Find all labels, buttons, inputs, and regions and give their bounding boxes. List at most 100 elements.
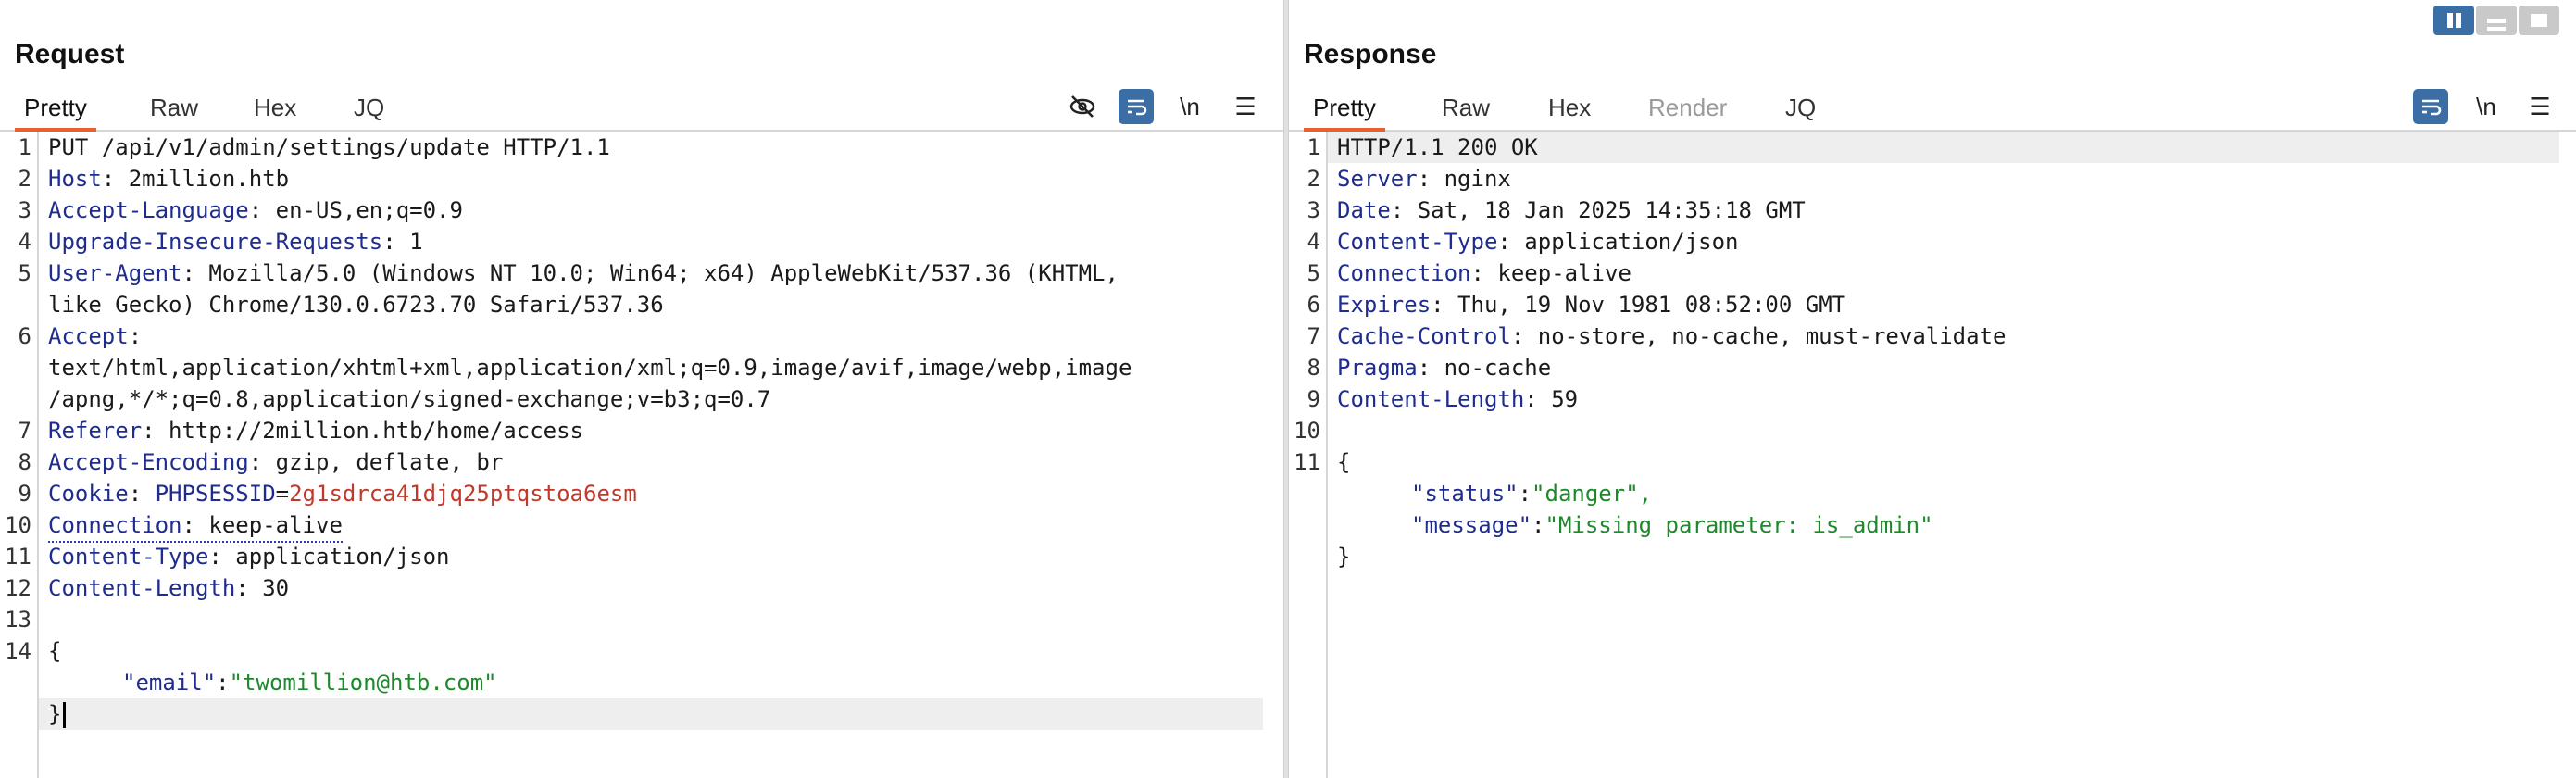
code-line: 9 Content-Length: 59 (1289, 383, 2576, 415)
header-key: Referer (48, 418, 143, 444)
json-colon: : (216, 670, 230, 696)
json-close-brace: } (1337, 544, 1351, 570)
line-number: 7 (1307, 323, 1320, 349)
line-number: 8 (18, 449, 31, 475)
response-tab-jq[interactable]: JQ (1776, 91, 1825, 128)
code-line: 8 Pragma: no-cache (1289, 352, 2576, 383)
code-line: 1 PUT /api/v1/admin/settings/update HTTP/… (0, 132, 1283, 163)
response-tabbar: Pretty Raw Hex Render JQ (1289, 85, 2576, 132)
response-tab-raw[interactable]: Raw (1432, 91, 1499, 128)
code-line-wrap: like Gecko) Chrome/130.0.6723.70 Safari/… (0, 289, 1283, 320)
code-line-wrap: /apng,*/*;q=0.8,application/signed-excha… (0, 383, 1283, 415)
code-line-wrap: text/html,application/xhtml+xml,applicat… (0, 352, 1283, 383)
code-line: 11 Content-Type: application/json (0, 541, 1283, 572)
header-key: Pragma (1337, 355, 1418, 381)
show-newlines-button[interactable]: \n (1172, 89, 1207, 124)
header-value: keep-alive (1483, 260, 1632, 286)
header-value: no-store, no-cache, must-revalidate (1524, 323, 2007, 349)
header-value: no-cache (1431, 355, 1552, 381)
header-key: Host (48, 166, 102, 192)
code-line: 9 Cookie: PHPSESSID=2g1sdrca41djq25ptqsto… (0, 478, 1283, 509)
json-key: "email" (122, 670, 217, 696)
code-line-wrap: "email":"twomillion@htb.com" (0, 667, 1283, 698)
line-number: 9 (18, 481, 31, 507)
header-value: 30 (248, 575, 290, 601)
eye-slash-icon (1069, 95, 1095, 118)
header-value: Thu, 19 Nov 1981 08:52:00 GMT (1444, 292, 1846, 318)
code-line: 7 Referer: http://2million.htb/home/acces… (0, 415, 1283, 446)
code-line-wrap: "message":"Missing parameter: is_admin" (1289, 509, 2576, 541)
header-value: 2million.htb (115, 166, 290, 192)
hide-nonprintable-button[interactable] (1065, 89, 1100, 124)
code-line: 7 Cache-Control: no-store, no-cache, must… (1289, 320, 2576, 352)
json-colon: : (1532, 512, 1545, 538)
header-key: Content-Length (1337, 386, 1525, 412)
json-string-value: "danger", (1532, 481, 1653, 507)
response-pane: Response Pretty Raw Hex Render JQ \n ☰ H… (1289, 0, 2576, 778)
code-line: 2 Server: nginx (1289, 163, 2576, 194)
line-number: 1 (1307, 134, 1320, 160)
line-number: 4 (1307, 229, 1320, 255)
code-line: 11 { (1289, 446, 2576, 478)
code-line: 3 Accept-Language: en-US,en;q=0.9 (0, 194, 1283, 226)
line-number: 12 (5, 575, 31, 601)
request-tab-jq[interactable]: JQ (344, 91, 394, 128)
header-value: nginx (1431, 166, 1511, 192)
header-value: en-US,en;q=0.9 (262, 197, 463, 223)
header-value-continued: text/html,application/xhtml+xml,applicat… (48, 355, 1132, 381)
header-key: Cache-Control (1337, 323, 1511, 349)
code-line: 13 (0, 604, 1283, 635)
request-title: Request (15, 39, 125, 69)
header-value: 1 (395, 229, 423, 255)
code-line: 4 Content-Type: application/json (1289, 226, 2576, 257)
header-key: Cookie (48, 481, 129, 507)
header-key: Upgrade-Insecure-Requests (48, 229, 383, 255)
line-number: 9 (1307, 386, 1320, 412)
line-number: 6 (18, 323, 31, 349)
line-number: 3 (1307, 197, 1320, 223)
response-tab-pretty[interactable]: Pretty (1304, 91, 1385, 132)
header-key: Date (1337, 197, 1391, 223)
header-key: Accept-Language (48, 197, 249, 223)
header-key: Server (1337, 166, 1418, 192)
request-editor[interactable]: 1 PUT /api/v1/admin/settings/update HTTP/… (0, 132, 1283, 778)
show-newlines-button[interactable]: \n (2469, 89, 2504, 124)
header-value: application/json (1510, 229, 1739, 255)
line-number: 6 (1307, 292, 1320, 318)
header-value: 59 (1537, 386, 1579, 412)
header-value-continued: /apng,*/*;q=0.8,application/signed-excha… (48, 386, 771, 412)
line-number: 10 (5, 512, 31, 538)
word-wrap-toggle[interactable] (1119, 89, 1154, 124)
request-menu-icon[interactable]: ☰ (1228, 89, 1263, 124)
line-number: 5 (18, 260, 31, 286)
response-tab-hex[interactable]: Hex (1539, 91, 1600, 128)
request-tab-pretty[interactable]: Pretty (15, 91, 96, 132)
request-tab-hex[interactable]: Hex (244, 91, 306, 128)
json-string-value: "Missing parameter: is_admin" (1544, 512, 1933, 538)
json-colon: : (1518, 481, 1532, 507)
header-key: Connection (1337, 260, 1471, 286)
header-value: keep-alive (194, 512, 343, 538)
header-value: Sat, 18 Jan 2025 14:35:18 GMT (1404, 197, 1806, 223)
code-line: 6 Expires: Thu, 19 Nov 1981 08:52:00 GMT (1289, 289, 2576, 320)
request-tab-raw[interactable]: Raw (141, 91, 207, 128)
response-editor[interactable]: HTTP/1.1 200 OK 1 2 Server: nginx 3 Date: … (1289, 132, 2576, 778)
code-line-wrap: } (1289, 541, 2576, 572)
word-wrap-toggle[interactable] (2413, 89, 2448, 124)
word-wrap-icon (1128, 99, 1147, 116)
cookie-value: 2g1sdrca41djq25ptqstoa6esm (289, 481, 637, 507)
header-value: http://2million.htb/home/access (155, 418, 583, 444)
json-key: "status" (1411, 481, 1519, 507)
code-line: 3 Date: Sat, 18 Jan 2025 14:35:18 GMT (1289, 194, 2576, 226)
header-key: Expires (1337, 292, 1432, 318)
response-menu-icon[interactable]: ☰ (2522, 89, 2557, 124)
text-caret (63, 702, 67, 728)
json-key: "message" (1411, 512, 1532, 538)
code-line: 14 { (0, 635, 1283, 667)
response-tab-render[interactable]: Render (1639, 91, 1736, 128)
status-line-text: HTTP/1.1 200 OK (1337, 134, 1538, 160)
header-key: Connection (48, 512, 182, 538)
line-number: 13 (5, 607, 31, 633)
request-line-text: PUT /api/v1/admin/settings/update HTTP/1… (48, 134, 610, 160)
code-line: 5 Connection: keep-alive (1289, 257, 2576, 289)
